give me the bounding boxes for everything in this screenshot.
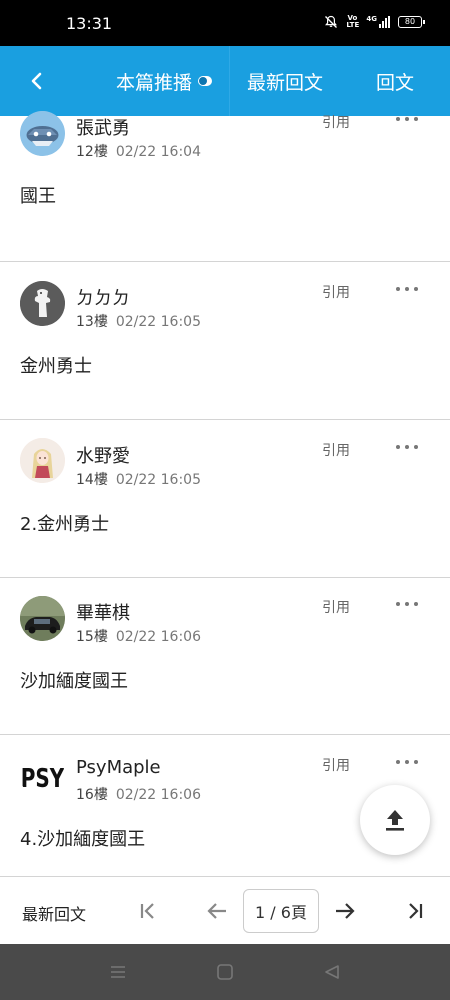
username[interactable]: 畢華棋 bbox=[76, 599, 130, 625]
post-meta: 14樓 02/22 16:05 bbox=[76, 469, 201, 489]
avatar-image bbox=[20, 281, 65, 326]
pager-latest-reply[interactable]: 最新回文 bbox=[22, 901, 86, 925]
tab-reply-label: 回文 bbox=[375, 71, 414, 94]
arrow-right-icon bbox=[336, 903, 355, 919]
battery-icon: 80 bbox=[398, 16, 425, 28]
chevron-left-icon bbox=[31, 72, 42, 90]
avatar-image bbox=[20, 596, 65, 641]
signal-4g-icon: 4G bbox=[366, 16, 390, 28]
first-page-button[interactable] bbox=[133, 896, 163, 926]
more-options-icon[interactable] bbox=[396, 599, 418, 609]
post-content: 國王 bbox=[20, 186, 56, 207]
floor-number: 13樓 bbox=[76, 314, 108, 330]
more-options-icon[interactable] bbox=[396, 757, 418, 767]
pager: 最新回文 1 / 6頁 bbox=[0, 876, 450, 944]
bell-mute-icon bbox=[325, 15, 338, 28]
menu-icon[interactable] bbox=[106, 960, 130, 984]
username[interactable]: 張武勇 bbox=[76, 114, 130, 140]
floor-number: 15樓 bbox=[76, 629, 108, 645]
last-page-button[interactable] bbox=[400, 896, 430, 926]
floor-number: 16樓 bbox=[76, 787, 108, 803]
quote-button[interactable]: 引用 bbox=[322, 755, 350, 775]
post-time: 02/22 16:05 bbox=[115, 472, 201, 488]
avatar[interactable] bbox=[20, 111, 65, 156]
post-item: 張武勇 12樓 02/22 16:04 引用 國王 bbox=[0, 104, 450, 262]
home-icon[interactable] bbox=[213, 960, 237, 984]
username[interactable]: ㄉㄉㄉ bbox=[76, 284, 130, 310]
prev-page-button[interactable] bbox=[202, 896, 232, 926]
more-options-icon[interactable] bbox=[396, 442, 418, 452]
upload-icon bbox=[386, 810, 404, 831]
avatar[interactable] bbox=[20, 596, 65, 641]
more-options-icon[interactable] bbox=[396, 114, 418, 124]
svg-text:PSY: PSY bbox=[21, 763, 65, 793]
status-icons: Vo LTE 4G 80 bbox=[324, 14, 425, 29]
post-content: 沙加緬度國王 bbox=[20, 671, 128, 692]
page-indicator[interactable]: 1 / 6頁 bbox=[243, 889, 319, 933]
username[interactable]: 水野愛 bbox=[76, 442, 130, 468]
status-bar: 13:31 Vo LTE 4G 80 bbox=[0, 0, 450, 46]
post-time: 02/22 16:06 bbox=[115, 787, 201, 803]
post-content: 2.金州勇士 bbox=[20, 514, 110, 535]
username[interactable]: PsyMaple bbox=[76, 757, 161, 778]
back-triangle-icon[interactable] bbox=[320, 960, 344, 984]
post-meta: 16樓 02/22 16:06 bbox=[76, 784, 201, 804]
quote-button[interactable]: 引用 bbox=[322, 440, 350, 460]
tab-latest-label: 最新回文 bbox=[246, 71, 323, 94]
volte-icon: Vo LTE bbox=[346, 14, 360, 29]
avatar[interactable] bbox=[20, 438, 65, 483]
post-time: 02/22 16:04 bbox=[115, 144, 201, 160]
quote-button[interactable]: 引用 bbox=[322, 597, 350, 617]
status-time: 13:31 bbox=[66, 14, 113, 33]
avatar-image bbox=[20, 438, 65, 483]
system-nav-bar bbox=[0, 944, 450, 1000]
last-page-icon bbox=[409, 903, 423, 919]
back-button[interactable] bbox=[14, 59, 58, 103]
avatar[interactable]: PSY bbox=[20, 753, 65, 798]
toggle-icon bbox=[198, 76, 212, 86]
floor-number: 14樓 bbox=[76, 472, 108, 488]
post-time: 02/22 16:05 bbox=[115, 314, 201, 330]
post-item: 水野愛 14樓 02/22 16:05 引用 2.金州勇士 bbox=[0, 420, 450, 578]
post-item: 畢華棋 15樓 02/22 16:06 引用 沙加緬度國王 bbox=[0, 577, 450, 735]
post-time: 02/22 16:06 bbox=[115, 629, 201, 645]
quote-button[interactable]: 引用 bbox=[322, 112, 350, 132]
post-meta: 13樓 02/22 16:05 bbox=[76, 311, 201, 331]
psy-logo-avatar: PSY bbox=[20, 753, 65, 798]
tab-push-label: 本篇推播 bbox=[115, 71, 192, 94]
floor-number: 12樓 bbox=[76, 144, 108, 160]
avatar-image bbox=[20, 111, 65, 156]
more-options-icon[interactable] bbox=[396, 284, 418, 294]
first-page-icon bbox=[140, 903, 154, 919]
next-page-button[interactable] bbox=[330, 896, 360, 926]
upload-fab[interactable] bbox=[360, 785, 430, 855]
post-meta: 15樓 02/22 16:06 bbox=[76, 626, 201, 646]
post-content: 金州勇士 bbox=[20, 356, 92, 377]
quote-button[interactable]: 引用 bbox=[322, 282, 350, 302]
arrow-left-icon bbox=[207, 903, 226, 919]
post-content: 4.沙加緬度國王 bbox=[20, 829, 146, 850]
post-item: ㄉㄉㄉ 13樓 02/22 16:05 引用 金州勇士 bbox=[0, 262, 450, 420]
post-meta: 12樓 02/22 16:04 bbox=[76, 141, 201, 161]
avatar[interactable] bbox=[20, 281, 65, 326]
